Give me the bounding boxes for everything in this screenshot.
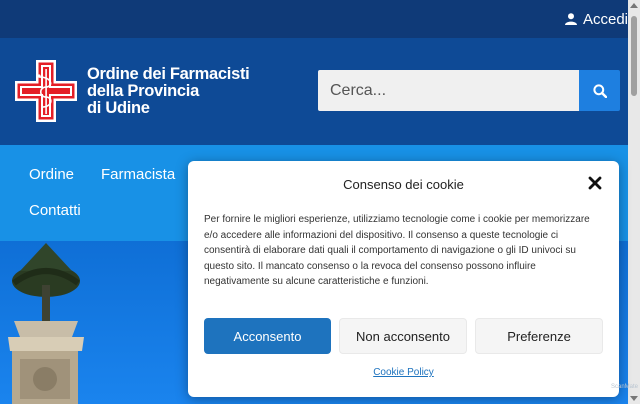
login-link[interactable]: Accedi (564, 0, 628, 38)
scroll-up-arrow-icon[interactable] (630, 3, 638, 8)
cookie-policy-link[interactable]: Cookie Policy (188, 367, 619, 378)
cookie-consent-dialog: Consenso dei cookie Per fornire le migli… (188, 161, 619, 397)
top-bar: Accedi (0, 0, 628, 38)
brand-line-3: di Udine (87, 99, 150, 117)
search-button[interactable] (579, 70, 620, 111)
brand-line-1: Ordine dei Farmacisti (87, 65, 250, 83)
search-input[interactable] (318, 70, 580, 111)
site-brand[interactable]: Ordine dei Farmacisti della Provincia di… (87, 65, 250, 117)
login-label: Accedi (582, 10, 628, 28)
deny-button[interactable]: Non acconsento (339, 318, 467, 354)
monument-illustration (8, 243, 84, 404)
site-header: Ordine dei Farmacisti della Provincia di… (0, 38, 628, 145)
accept-button[interactable]: Acconsento (204, 318, 331, 354)
pharmacy-cross-logo[interactable] (15, 60, 77, 122)
close-icon[interactable] (587, 175, 603, 191)
preferences-button[interactable]: Preferenze (475, 318, 603, 354)
nav-item-contatti[interactable]: Contatti (29, 202, 81, 219)
watermark: ScanMate (610, 384, 638, 390)
scroll-down-arrow-icon[interactable] (630, 396, 638, 401)
nav-item-ordine[interactable]: Ordine (29, 166, 74, 183)
brand-line-2: della Provincia (87, 82, 199, 100)
scrollbar[interactable] (628, 0, 640, 404)
user-icon (564, 13, 577, 25)
cookie-dialog-title: Consenso dei cookie (343, 177, 464, 192)
search-icon (592, 83, 607, 98)
nav-item-farmacista[interactable]: Farmacista (101, 166, 175, 183)
scroll-thumb[interactable] (631, 16, 637, 96)
cookie-dialog-text: Per fornire le migliori esperienze, util… (204, 214, 590, 287)
